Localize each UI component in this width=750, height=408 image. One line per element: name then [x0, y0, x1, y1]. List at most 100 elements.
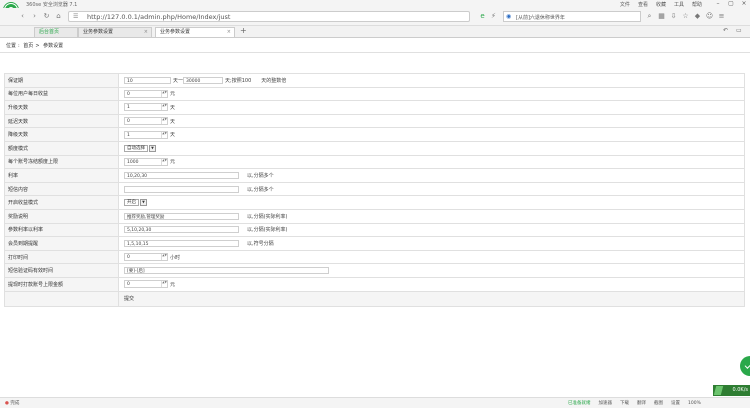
minimize-icon[interactable]: – [712, 0, 724, 8]
number-stepper[interactable]: 0 ▲▼ [124, 253, 168, 262]
text-input[interactable] [124, 185, 239, 193]
url-input[interactable]: ☰ http://127.0.0.1/admin.php/Home/Index/… [68, 11, 470, 22]
status-ready[interactable]: 已准备就绪 [568, 400, 591, 406]
stepper-arrows-icon[interactable]: ▲▼ [161, 158, 167, 165]
range-min-input[interactable]: 10 [124, 76, 171, 84]
range-max-input[interactable]: 30000 [183, 76, 224, 84]
stepper-arrows-icon[interactable]: ▲▼ [161, 254, 167, 261]
stepper-arrows-icon[interactable]: ▲▼ [161, 90, 167, 97]
floating-check-icon[interactable] [740, 356, 750, 376]
restore-tab-icon[interactable]: ↶ [723, 27, 728, 34]
stepper-value: 1000 [127, 159, 139, 165]
field-value: 0 ▲▼ 元 [118, 276, 745, 292]
stepper-arrows-icon[interactable]: ▲▼ [161, 281, 167, 288]
tab-params-2[interactable]: 业务参数设置 × [155, 27, 235, 37]
user-icon[interactable]: ☺ [705, 12, 714, 21]
text-input[interactable]: 5,10,20,30 [124, 226, 239, 234]
status-settings[interactable]: 设置 [671, 400, 680, 406]
submit-button[interactable]: 提交 [124, 296, 134, 302]
footer-actions: 提交 [118, 290, 745, 307]
number-stepper[interactable]: 1 ▲▼ [124, 130, 168, 139]
tab-home-label: 后台首页 [39, 29, 60, 35]
chevron-down-icon[interactable]: ▼ [149, 144, 156, 152]
form-row: 参数利率以利率 5,10,20,30 以,分隔(实际利率) [4, 222, 745, 238]
close-icon[interactable]: × [227, 28, 231, 37]
speed-badge[interactable]: 0.0K/s [713, 385, 750, 396]
number-stepper[interactable]: 0 ▲▼ [124, 280, 168, 289]
close-icon[interactable]: × [144, 28, 148, 37]
back-icon[interactable]: ‹ [18, 12, 27, 21]
field-value: 以,分隔多个 [118, 181, 745, 197]
form-row: 保证期 10 天一 30000 天;按照100 天的整数倍 [4, 73, 745, 88]
field-value: 10 天一 30000 天;按照100 天的整数倍 [118, 73, 745, 88]
status-translate[interactable]: 翻译 [637, 400, 646, 406]
field-label: 打印时间 [4, 249, 119, 265]
stepper-arrows-icon[interactable]: ▲▼ [161, 118, 167, 125]
status-download[interactable]: 下载 [620, 400, 629, 406]
number-stepper[interactable]: 1000 ▲▼ [124, 157, 168, 166]
field-label: 降级天数 [4, 127, 119, 142]
field-label: 利率 [4, 168, 119, 183]
text-input[interactable]: 10,20,30 [124, 171, 239, 179]
refresh-icon[interactable]: ↻ [42, 12, 51, 21]
form-row: 开启收益模式 开启 ▼ [4, 195, 745, 210]
lightning-icon[interactable]: ⚡ [489, 12, 498, 21]
status-screenshot[interactable]: 截图 [654, 400, 663, 406]
chevron-down-icon[interactable]: ▼ [140, 199, 147, 207]
form-row: 每位用户每日收益 0 ▲▼ 元 [4, 86, 745, 102]
field-hint: 以,分隔多个 [247, 186, 274, 193]
maximize-icon[interactable]: ▢ [725, 0, 737, 8]
new-tab-button[interactable]: + [240, 26, 247, 35]
number-stepper[interactable]: 1 ▲▼ [124, 103, 168, 112]
text-input-wide[interactable]: [要]-[后] [124, 267, 329, 275]
form-row: 会员到期提醒 1,5,10,15 以,符号分隔 [4, 236, 745, 251]
breadcrumb-home[interactable]: 首页 [23, 43, 33, 49]
search-input[interactable]: ◉ [从前]六退休称世界年 [503, 11, 641, 22]
stepper-arrows-icon[interactable]: ▲▼ [161, 104, 167, 111]
status-tools: 已准备就绪 加速器 下载 翻译 截图 设置 100% [568, 400, 701, 407]
text-input[interactable]: 推荐奖励,管理奖励 [124, 212, 239, 220]
download-icon[interactable]: ⇩ [669, 12, 678, 21]
text-input[interactable]: 1,5,10,15 [124, 239, 239, 247]
grid-icon[interactable]: ▦ [657, 12, 666, 21]
form-row: 每个账号冻结额度上限 1000 ▲▼ 元 [4, 154, 745, 170]
number-stepper[interactable]: 0 ▲▼ [124, 89, 168, 98]
field-unit: 天 [170, 104, 176, 111]
tab-params-1[interactable]: 业务参数设置 × [78, 27, 152, 37]
extension-icon[interactable]: ◆ [693, 12, 702, 21]
select-field[interactable]: 开启 [124, 199, 139, 207]
secure-icon[interactable]: e [478, 12, 487, 21]
forward-icon[interactable]: › [30, 12, 39, 21]
zoom-level[interactable]: 100% [688, 401, 701, 406]
menu-tools[interactable]: 工具 [674, 1, 684, 8]
star-icon[interactable]: ☆ [681, 12, 690, 21]
tab-home[interactable]: 后台首页 [34, 27, 78, 37]
form-row: 降级天数 1 ▲▼ 天 [4, 127, 745, 142]
url-text: http://127.0.0.1/admin.php/Home/Index/ju… [87, 13, 231, 21]
stepper-arrows-icon[interactable]: ▲▼ [161, 131, 167, 138]
search-icon[interactable]: ⌕ [645, 12, 654, 21]
menu-help[interactable]: 帮助 [692, 1, 702, 8]
field-unit: 天 [170, 132, 176, 139]
window-title: 360se 安全浏览器 7.1 [26, 2, 78, 8]
select-field[interactable]: 自动选择 [124, 144, 148, 152]
range-step-text: 天;按照100 [225, 77, 252, 84]
status-accelerator[interactable]: 加速器 [599, 400, 613, 406]
form-row: 奖励说明 推荐奖励,管理奖励 以,分隔(实际利率) [4, 208, 745, 224]
field-hint: 以,分隔多个 [247, 172, 274, 179]
form-footer-row: 提交 [4, 290, 745, 307]
menu-file[interactable]: 文件 [620, 1, 630, 8]
form-row: 升级天数 1 ▲▼ 天 [4, 100, 745, 115]
close-icon[interactable]: × [738, 0, 750, 8]
settings-icon[interactable]: ≡ [717, 12, 726, 21]
menu-favorites[interactable]: 收藏 [656, 1, 666, 8]
field-unit: 天 [170, 118, 176, 125]
form-body: 保证期 10 天一 30000 天;按照100 天的整数倍 每位用户每日收益 0 ▲▼ 元升级天数… [4, 73, 745, 307]
home-icon[interactable]: ⌂ [54, 12, 63, 21]
tab-params-1-label: 业务参数设置 [83, 29, 114, 35]
number-stepper[interactable]: 0 ▲▼ [124, 117, 168, 126]
field-value: 1 ▲▼ 天 [118, 127, 745, 142]
tab-list-icon[interactable]: ▭ [736, 27, 742, 34]
field-value: 5,10,20,30 以,分隔(实际利率) [118, 222, 745, 238]
menu-view[interactable]: 查看 [638, 1, 648, 8]
